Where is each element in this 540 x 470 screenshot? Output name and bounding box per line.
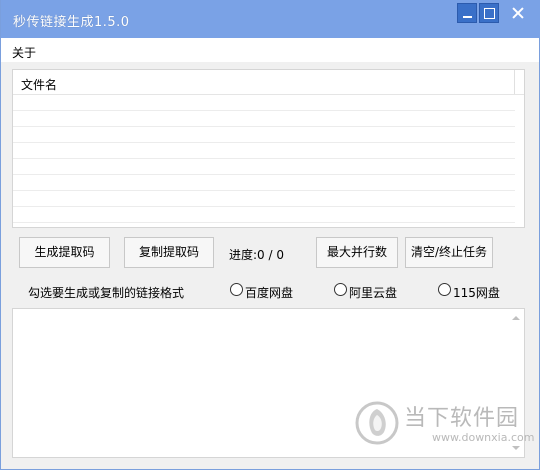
radio-circle-icon[interactable] [230, 283, 243, 296]
list-row-line [13, 222, 515, 223]
radio-label-aliyun[interactable]: 阿里云盘 [349, 284, 397, 301]
list-row-line [13, 206, 515, 207]
minimize-button[interactable] [457, 3, 477, 23]
menu-item-about[interactable]: 关于 [12, 44, 36, 61]
watermark: 当下软件园 www.downxia.com [354, 398, 534, 452]
radio-circle-icon[interactable] [334, 283, 347, 296]
column-header-filename[interactable]: 文件名 [21, 76, 57, 93]
close-button[interactable] [504, 3, 532, 23]
radio-label-115[interactable]: 115网盘 [453, 284, 500, 301]
scroll-up-arrow-icon[interactable] [512, 316, 520, 320]
list-row-line [13, 158, 515, 159]
menu-bar: 关于 [1, 38, 539, 62]
title-bar[interactable]: 秒传链接生成1.5.0 [1, 0, 540, 38]
watermark-url: www.downxia.com [432, 431, 535, 444]
progress-label: 进度:0 / 0 [229, 248, 284, 262]
copy-code-button[interactable]: 复制提取码 [124, 237, 214, 268]
max-parallel-button[interactable]: 最大并行数 [316, 237, 398, 268]
list-row-line [13, 126, 515, 127]
radio-baidu-netdisk[interactable]: 百度网盘 [230, 282, 300, 301]
list-row-line [13, 174, 515, 175]
watermark-brand: 当下软件园 [404, 406, 520, 431]
maximize-button[interactable] [479, 3, 499, 23]
column-divider[interactable] [514, 70, 515, 94]
watermark-logo-icon [355, 401, 399, 445]
app-window: 秒传链接生成1.5.0 关于 文件名 生成提取码 复制提取码 进度:0 / 0 … [0, 0, 540, 470]
radio-circle-icon[interactable] [438, 283, 451, 296]
list-row-line [13, 190, 515, 191]
list-scrollbar-track[interactable] [524, 70, 525, 228]
generate-code-button[interactable]: 生成提取码 [19, 237, 110, 268]
radio-label-baidu[interactable]: 百度网盘 [245, 284, 293, 301]
radio-115-netdisk[interactable]: 115网盘 [438, 282, 508, 301]
radio-aliyun-drive[interactable]: 阿里云盘 [334, 282, 404, 301]
clear-stop-button[interactable]: 清空/终止任务 [405, 237, 493, 268]
file-list[interactable]: 文件名 [12, 69, 525, 228]
file-list-header: 文件名 [13, 70, 524, 95]
list-row-line [13, 110, 515, 111]
list-row-line [13, 142, 515, 143]
link-format-label: 勾选要生成或复制的链接格式 [28, 286, 185, 300]
window-title: 秒传链接生成1.5.0 [13, 15, 130, 30]
